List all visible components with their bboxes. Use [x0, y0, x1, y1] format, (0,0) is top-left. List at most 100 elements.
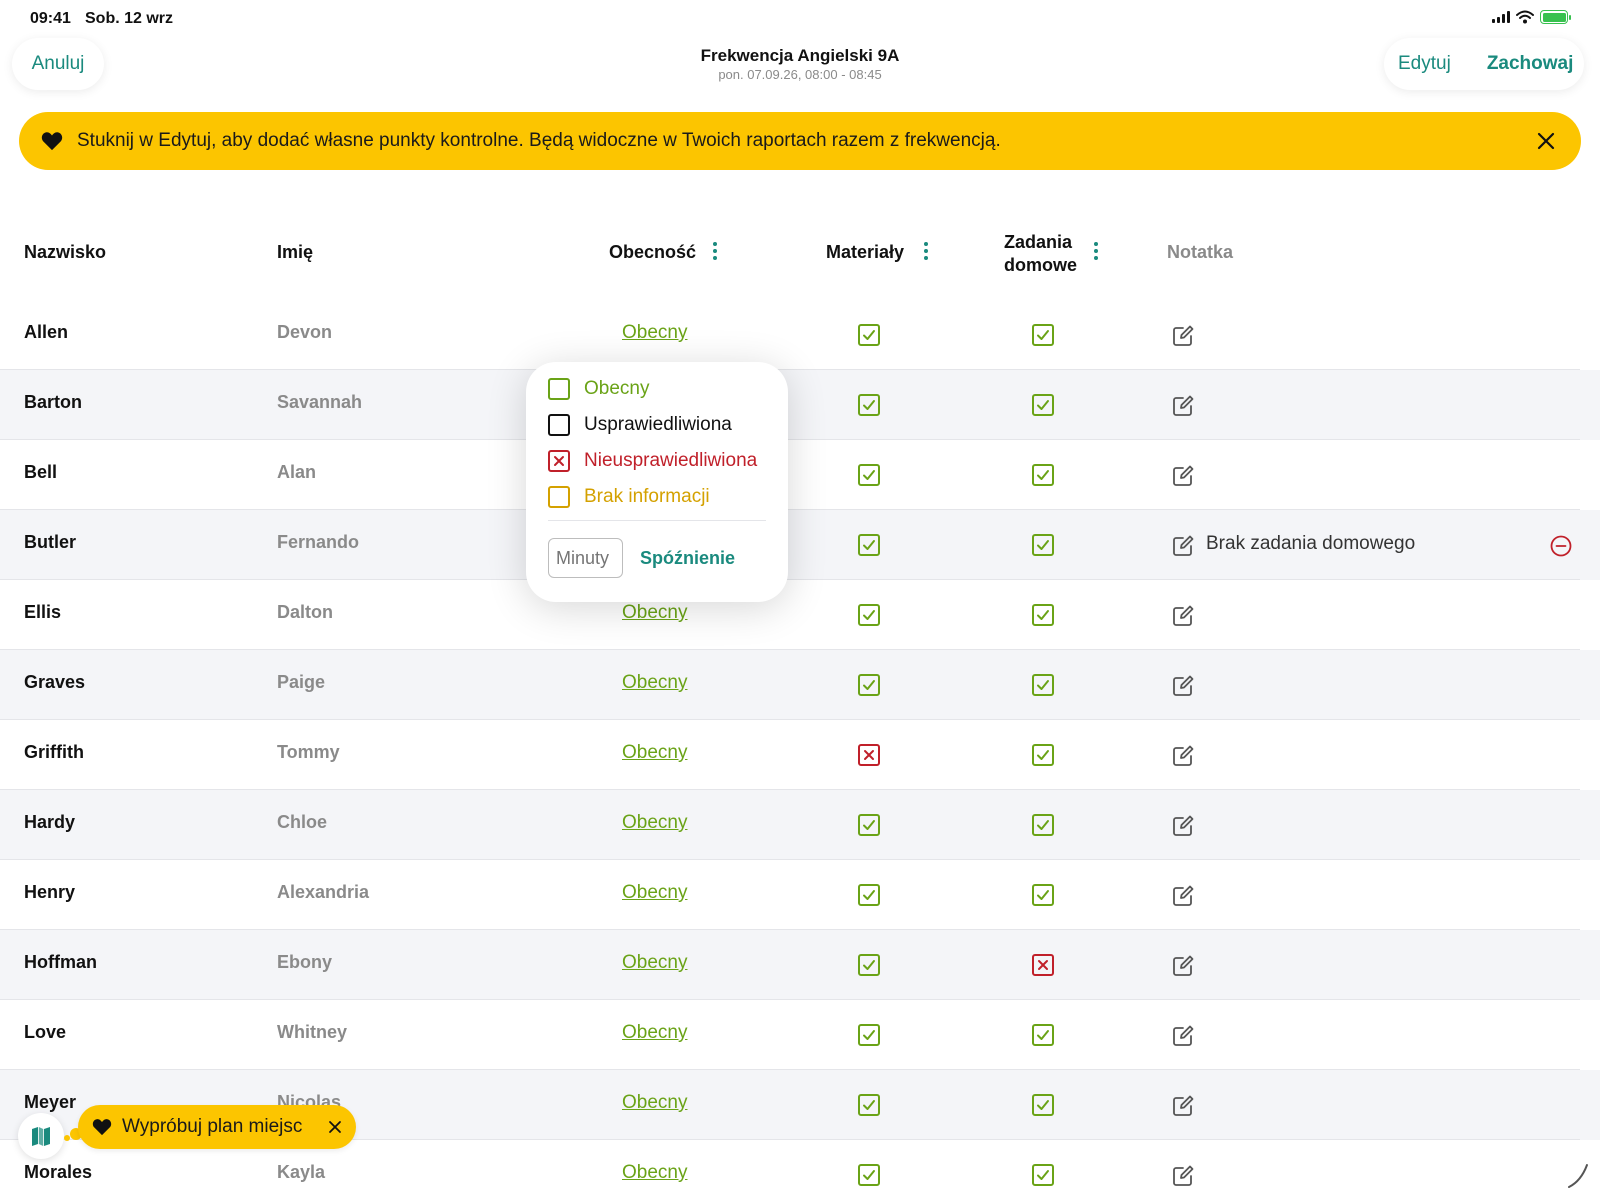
close-icon[interactable] — [1533, 128, 1559, 154]
homework-menu-icon[interactable] — [1092, 242, 1100, 264]
attendance-option[interactable]: Obecny — [548, 378, 649, 400]
materials-checkbox[interactable] — [858, 534, 880, 556]
homework-checkbox[interactable] — [1032, 744, 1054, 766]
edit-note-icon[interactable] — [1171, 954, 1195, 978]
check-mark-icon — [1037, 1030, 1049, 1040]
check-mark-icon — [863, 610, 875, 620]
table-row: Graves Paige Obecny — [0, 650, 1600, 720]
edit-note-icon[interactable] — [1171, 884, 1195, 908]
materials-checkbox[interactable] — [858, 954, 880, 976]
info-banner: Stuknij w Edytuj, aby dodać własne punkt… — [19, 112, 1581, 170]
homework-checkbox[interactable] — [1032, 674, 1054, 696]
edit-note-icon[interactable] — [1171, 534, 1195, 558]
materials-checkbox[interactable] — [858, 884, 880, 906]
edit-note-icon[interactable] — [1171, 674, 1195, 698]
homework-checkbox[interactable] — [1032, 954, 1054, 976]
remove-note-icon[interactable] — [1550, 535, 1572, 557]
homework-checkbox[interactable] — [1032, 324, 1054, 346]
homework-checkbox[interactable] — [1032, 1164, 1054, 1186]
check-mark-icon — [1037, 1170, 1049, 1180]
student-first-name: Ebony — [277, 952, 333, 972]
option-checkbox[interactable] — [548, 414, 570, 436]
materials-checkbox[interactable] — [858, 324, 880, 346]
heart-icon — [92, 1119, 112, 1136]
check-mark-icon — [1037, 470, 1049, 480]
edit-button[interactable]: Edytuj — [1398, 53, 1451, 75]
materials-checkbox[interactable] — [858, 1164, 880, 1186]
attendance-status-link[interactable]: Obecny — [622, 322, 687, 344]
student-last-name: Hardy — [24, 812, 76, 832]
edit-note-icon[interactable] — [1171, 464, 1195, 488]
check-mark-icon — [1037, 400, 1049, 410]
check-mark-icon — [1037, 610, 1049, 620]
option-checkbox[interactable] — [548, 378, 570, 400]
edit-note-icon[interactable] — [1171, 744, 1195, 768]
homework-checkbox[interactable] — [1032, 884, 1054, 906]
materials-checkbox[interactable] — [858, 394, 880, 416]
materials-checkbox[interactable] — [858, 814, 880, 836]
edit-note-icon[interactable] — [1171, 1024, 1195, 1048]
attendance-option[interactable]: Brak informacji — [548, 486, 710, 508]
attendance-status-link[interactable]: Obecny — [622, 1092, 687, 1114]
materials-checkbox[interactable] — [858, 744, 880, 766]
popover-divider — [548, 520, 766, 521]
save-button[interactable]: Zachowaj — [1487, 53, 1574, 75]
column-header-last-name[interactable]: Nazwisko — [24, 242, 106, 263]
attendance-status-link[interactable]: Obecny — [622, 882, 687, 904]
note-text[interactable]: Brak zadania domowego — [1206, 533, 1415, 555]
table-row: Griffith Tommy Obecny — [0, 720, 1600, 790]
option-label: Brak informacji — [584, 486, 710, 507]
attendance-status-link[interactable]: Obecny — [622, 952, 687, 974]
homework-checkbox[interactable] — [1032, 464, 1054, 486]
materials-checkbox[interactable] — [858, 1024, 880, 1046]
homework-checkbox[interactable] — [1032, 394, 1054, 416]
check-mark-icon — [1037, 330, 1049, 340]
option-checkbox[interactable] — [548, 450, 570, 472]
close-icon[interactable] — [326, 1118, 344, 1136]
check-mark-icon — [1037, 750, 1049, 760]
student-first-name: Kayla — [277, 1162, 326, 1182]
attendance-status-link[interactable]: Obecny — [622, 1162, 687, 1184]
homework-header-line2: domowe — [1004, 255, 1078, 275]
edit-note-icon[interactable] — [1171, 324, 1195, 348]
attendance-status-link[interactable]: Obecny — [622, 742, 687, 764]
minutes-input[interactable] — [548, 538, 623, 578]
materials-checkbox[interactable] — [858, 464, 880, 486]
edit-note-icon[interactable] — [1171, 1094, 1195, 1118]
student-first-name: Dalton — [277, 602, 333, 622]
edit-note-icon[interactable] — [1171, 814, 1195, 838]
attendance-status-link[interactable]: Obecny — [622, 1022, 687, 1044]
attendance-option[interactable]: Usprawiedliwiona — [548, 414, 732, 436]
homework-checkbox[interactable] — [1032, 604, 1054, 626]
homework-header-line1: Zadania — [1004, 232, 1073, 252]
student-first-name: Chloe — [277, 812, 328, 832]
edit-note-icon[interactable] — [1171, 1164, 1195, 1188]
check-mark-icon — [1037, 1100, 1049, 1110]
materials-checkbox[interactable] — [858, 674, 880, 696]
edit-note-icon[interactable] — [1171, 604, 1195, 628]
option-label: Nieusprawiedliwiona — [584, 450, 758, 471]
late-button[interactable]: Spóźnienie — [640, 548, 735, 569]
tip-text: Wypróbuj plan miejsc — [122, 1116, 303, 1137]
homework-checkbox[interactable] — [1032, 534, 1054, 556]
materials-checkbox[interactable] — [858, 604, 880, 626]
seating-plan-button[interactable] — [18, 1113, 64, 1159]
attendance-status-link[interactable]: Obecny — [622, 602, 687, 624]
seating-plan-tip[interactable]: Wypróbuj plan miejsc — [78, 1105, 356, 1149]
check-mark-icon — [1037, 680, 1049, 690]
homework-checkbox[interactable] — [1032, 1094, 1054, 1116]
table-row: Hardy Chloe Obecny — [0, 790, 1600, 860]
edit-note-icon[interactable] — [1171, 394, 1195, 418]
page-title: Frekwencja Angielski 9A — [700, 46, 900, 65]
student-last-name: Barton — [24, 392, 82, 412]
materials-menu-icon[interactable] — [922, 242, 930, 264]
column-header-first-name[interactable]: Imię — [277, 242, 313, 263]
attendance-menu-icon[interactable] — [711, 242, 719, 264]
attendance-option[interactable]: Nieusprawiedliwiona — [548, 450, 757, 472]
materials-checkbox[interactable] — [858, 1094, 880, 1116]
option-checkbox[interactable] — [548, 486, 570, 508]
attendance-status-link[interactable]: Obecny — [622, 812, 687, 834]
homework-checkbox[interactable] — [1032, 814, 1054, 836]
attendance-status-link[interactable]: Obecny — [622, 672, 687, 694]
homework-checkbox[interactable] — [1032, 1024, 1054, 1046]
